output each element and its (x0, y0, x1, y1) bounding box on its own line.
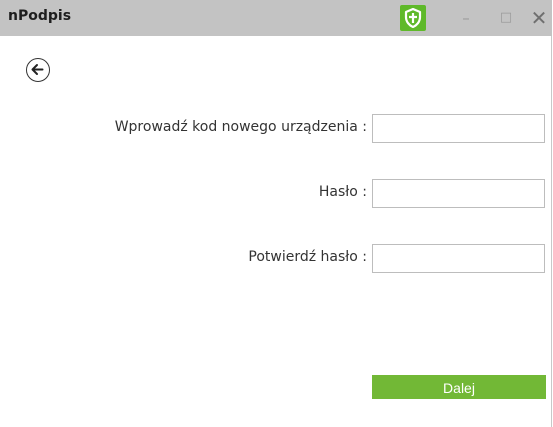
password-label: Hasło : (318, 184, 367, 200)
device-code-label: Wprowadź kod nowego urządzenia : (114, 119, 367, 135)
device-code-input[interactable] (372, 114, 545, 143)
close-icon: ✕ (530, 6, 548, 30)
minimize-icon: – (462, 9, 470, 27)
maximize-button[interactable]: □ (492, 6, 520, 30)
maximize-icon: □ (499, 10, 513, 25)
shield-icon[interactable] (400, 5, 426, 31)
minimize-button[interactable]: – (452, 6, 480, 30)
close-button[interactable]: ✕ (525, 6, 553, 30)
back-button[interactable] (26, 58, 50, 82)
confirm-password-label: Potwierdź hasło : (248, 249, 367, 265)
window-title: nPodpis (8, 8, 72, 24)
title-bar[interactable]: nPodpis – □ ✕ (0, 0, 552, 36)
confirm-password-input[interactable] (372, 244, 545, 273)
password-input[interactable] (372, 179, 545, 208)
app-window: nPodpis – □ ✕ Wprowadź kod nowego urządz… (0, 0, 552, 427)
next-button[interactable]: Dalej (372, 375, 546, 399)
arrow-left-icon (31, 64, 44, 75)
